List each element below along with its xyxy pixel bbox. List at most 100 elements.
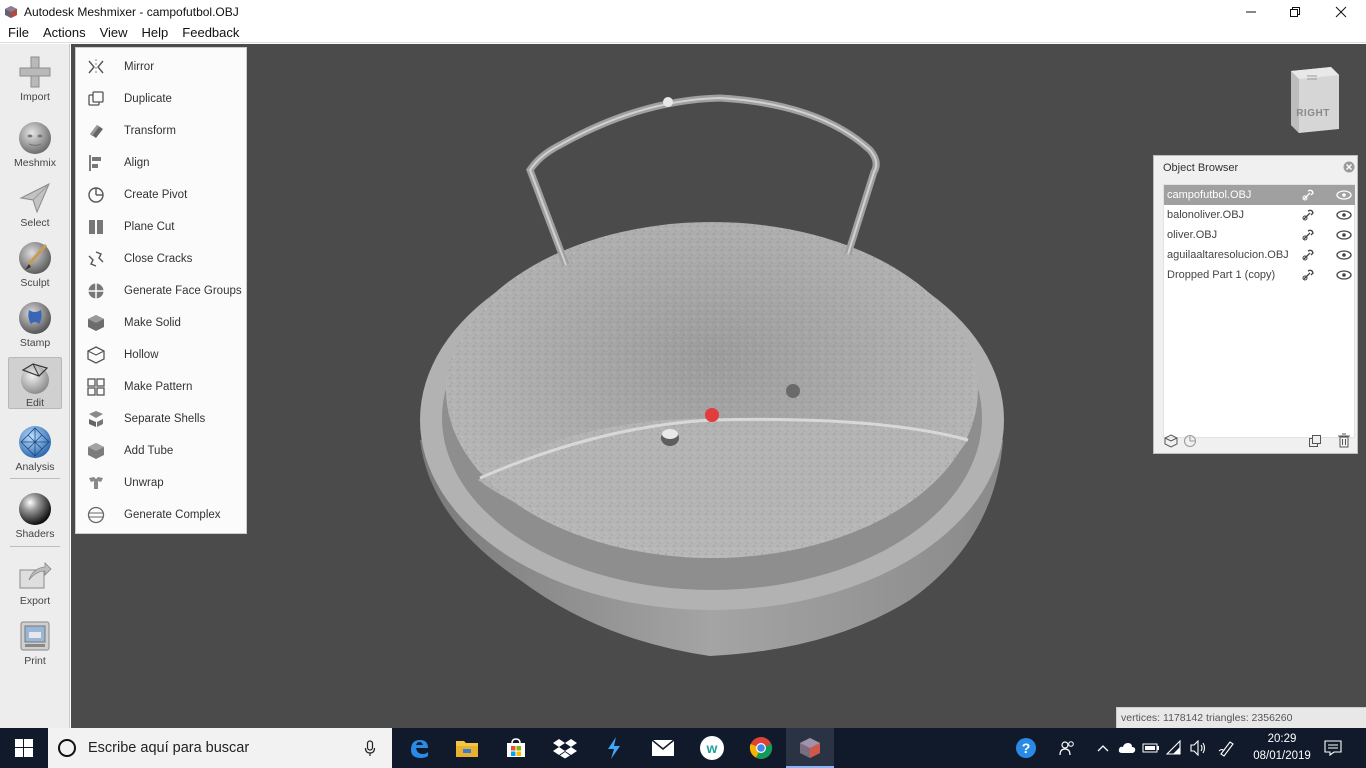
taskbar-search[interactable]: Escribe aquí para buscar <box>48 728 392 768</box>
minimize-button[interactable] <box>1228 0 1274 23</box>
tray-onedrive[interactable] <box>1116 728 1138 768</box>
tray-volume[interactable] <box>1187 728 1209 768</box>
object-row[interactable]: aguilaaltaresolucion.OBJ <box>1164 245 1355 265</box>
edit-menu-label: Generate Complex <box>124 509 221 521</box>
edit-menu-create-pivot[interactable]: Create Pivot <box>76 179 248 211</box>
view-cube[interactable]: RIGHT <box>1285 63 1341 135</box>
edit-menu-transform[interactable]: Transform <box>76 115 248 147</box>
tray-chevron[interactable] <box>1094 728 1112 768</box>
edit-menu-plane-cut[interactable]: Plane Cut <box>76 211 248 243</box>
tool-shaders[interactable]: Shaders <box>0 485 70 543</box>
lock-transform-icon[interactable] <box>1301 248 1315 262</box>
lock-transform-icon[interactable] <box>1301 228 1315 242</box>
face-groups-icon <box>88 283 104 299</box>
object-row[interactable]: oliver.OBJ <box>1164 225 1355 245</box>
visibility-eye-icon[interactable] <box>1336 269 1352 281</box>
duplicate-icon[interactable] <box>1308 434 1322 448</box>
object-name: oliver.OBJ <box>1167 229 1218 241</box>
menu-file[interactable]: File <box>0 25 35 40</box>
pivot-point[interactable] <box>705 408 719 422</box>
visibility-eye-icon[interactable] <box>1336 189 1352 201</box>
object-row[interactable]: balonoliver.OBJ <box>1164 205 1355 225</box>
cube-icon[interactable] <box>1164 434 1178 448</box>
edit-menu-hollow[interactable]: Hollow <box>76 339 248 371</box>
object-row[interactable]: campofutbol.OBJ <box>1164 185 1355 205</box>
visibility-eye-icon[interactable] <box>1336 229 1352 241</box>
taskbar-app-edge[interactable] <box>395 728 443 768</box>
sculpt-icon <box>19 242 51 274</box>
edit-menu-duplicate[interactable]: Duplicate <box>76 83 248 115</box>
taskbar-app-w[interactable]: w <box>688 728 736 768</box>
menu-actions[interactable]: Actions <box>35 25 92 40</box>
lock-transform-icon[interactable] <box>1301 188 1315 202</box>
shaders-icon <box>19 493 51 525</box>
trash-icon[interactable] <box>1337 433 1351 448</box>
align-icon <box>89 155 101 171</box>
chevron-up-icon <box>1097 745 1109 752</box>
tool-meshmix[interactable]: Meshmix <box>0 114 70 172</box>
window-title: Autodesk Meshmixer - campofutbol.OBJ <box>24 4 239 19</box>
tool-import[interactable]: Import <box>0 48 70 106</box>
taskbar-app-meshmixer[interactable] <box>786 728 834 768</box>
people-icon <box>1059 741 1074 756</box>
mesh-peg-right <box>786 384 800 398</box>
tray-battery[interactable] <box>1140 728 1162 768</box>
pivot-icon[interactable] <box>1183 434 1197 448</box>
menu-help[interactable]: Help <box>134 25 175 40</box>
stamp-icon <box>19 302 51 334</box>
edit-menu-label: Make Solid <box>124 317 181 329</box>
close-icon[interactable] <box>1343 161 1355 173</box>
edit-menu-unwrap[interactable]: Unwrap <box>76 467 248 499</box>
tray-notifications[interactable] <box>1318 728 1348 768</box>
main-toolbar: Import Meshmix Select Sculpt Stamp Edit … <box>0 44 70 728</box>
taskbar-app-store[interactable] <box>492 728 540 768</box>
tool-sculpt[interactable]: Sculpt <box>0 234 70 292</box>
edit-menu-add-tube[interactable]: Add Tube <box>76 435 248 467</box>
lock-transform-icon[interactable] <box>1301 208 1315 222</box>
edit-menu-separate-shells[interactable]: Separate Shells <box>76 403 248 435</box>
edit-menu-close-cracks[interactable]: Close Cracks <box>76 243 248 275</box>
tool-export[interactable]: Export <box>0 552 70 610</box>
taskbar-app-dropbox[interactable] <box>541 728 589 768</box>
edit-menu-label: Hollow <box>124 349 159 361</box>
edit-menu-make-pattern[interactable]: Make Pattern <box>76 371 248 403</box>
help-icon: ? <box>1016 738 1036 758</box>
edit-menu-align[interactable]: Align <box>76 147 248 179</box>
edit-menu-make-solid[interactable]: Make Solid <box>76 307 248 339</box>
object-row[interactable]: Dropped Part 1 (copy) <box>1164 265 1355 285</box>
tool-edit[interactable]: Edit <box>0 357 70 415</box>
edit-menu-generate-complex[interactable]: Generate Complex <box>76 499 248 531</box>
tool-analysis[interactable]: Analysis <box>0 418 70 476</box>
menu-bar: File Actions View Help Feedback <box>0 23 1366 43</box>
close-button[interactable] <box>1318 0 1364 23</box>
menu-view[interactable]: View <box>92 25 134 40</box>
microphone-icon[interactable] <box>364 740 376 757</box>
edit-menu-label: Align <box>124 157 150 169</box>
tool-select[interactable]: Select <box>0 174 70 232</box>
taskbar-app-explorer[interactable] <box>443 728 491 768</box>
menu-feedback[interactable]: Feedback <box>174 25 245 40</box>
edit-menu-label: Create Pivot <box>124 189 188 201</box>
edit-menu-label: Generate Face Groups <box>124 285 242 297</box>
wifi-icon <box>1166 740 1181 755</box>
tray-wifi[interactable] <box>1164 728 1186 768</box>
tray-people[interactable] <box>1052 728 1082 768</box>
restore-button[interactable] <box>1272 0 1318 23</box>
visibility-eye-icon[interactable] <box>1336 209 1352 221</box>
taskbar-app-chrome[interactable] <box>737 728 785 768</box>
edit-icon <box>21 363 49 394</box>
taskbar-app-mail[interactable] <box>639 728 687 768</box>
lock-transform-icon[interactable] <box>1301 268 1315 282</box>
tool-print[interactable]: Print <box>0 612 70 670</box>
object-browser-header: Object Browser <box>1154 156 1359 180</box>
create-pivot-icon <box>88 187 104 203</box>
tray-pen[interactable] <box>1214 728 1240 768</box>
taskbar-app-bolt[interactable] <box>590 728 638 768</box>
edit-menu-mirror[interactable]: Mirror <box>76 51 248 83</box>
visibility-eye-icon[interactable] <box>1336 249 1352 261</box>
tray-help[interactable]: ? <box>1010 728 1042 768</box>
edit-menu-generate-face-groups[interactable]: Generate Face Groups <box>76 275 248 307</box>
tool-stamp[interactable]: Stamp <box>0 294 70 352</box>
start-button[interactable] <box>0 728 48 768</box>
taskbar-clock[interactable]: 20:29 08/01/2019 <box>1252 731 1312 765</box>
